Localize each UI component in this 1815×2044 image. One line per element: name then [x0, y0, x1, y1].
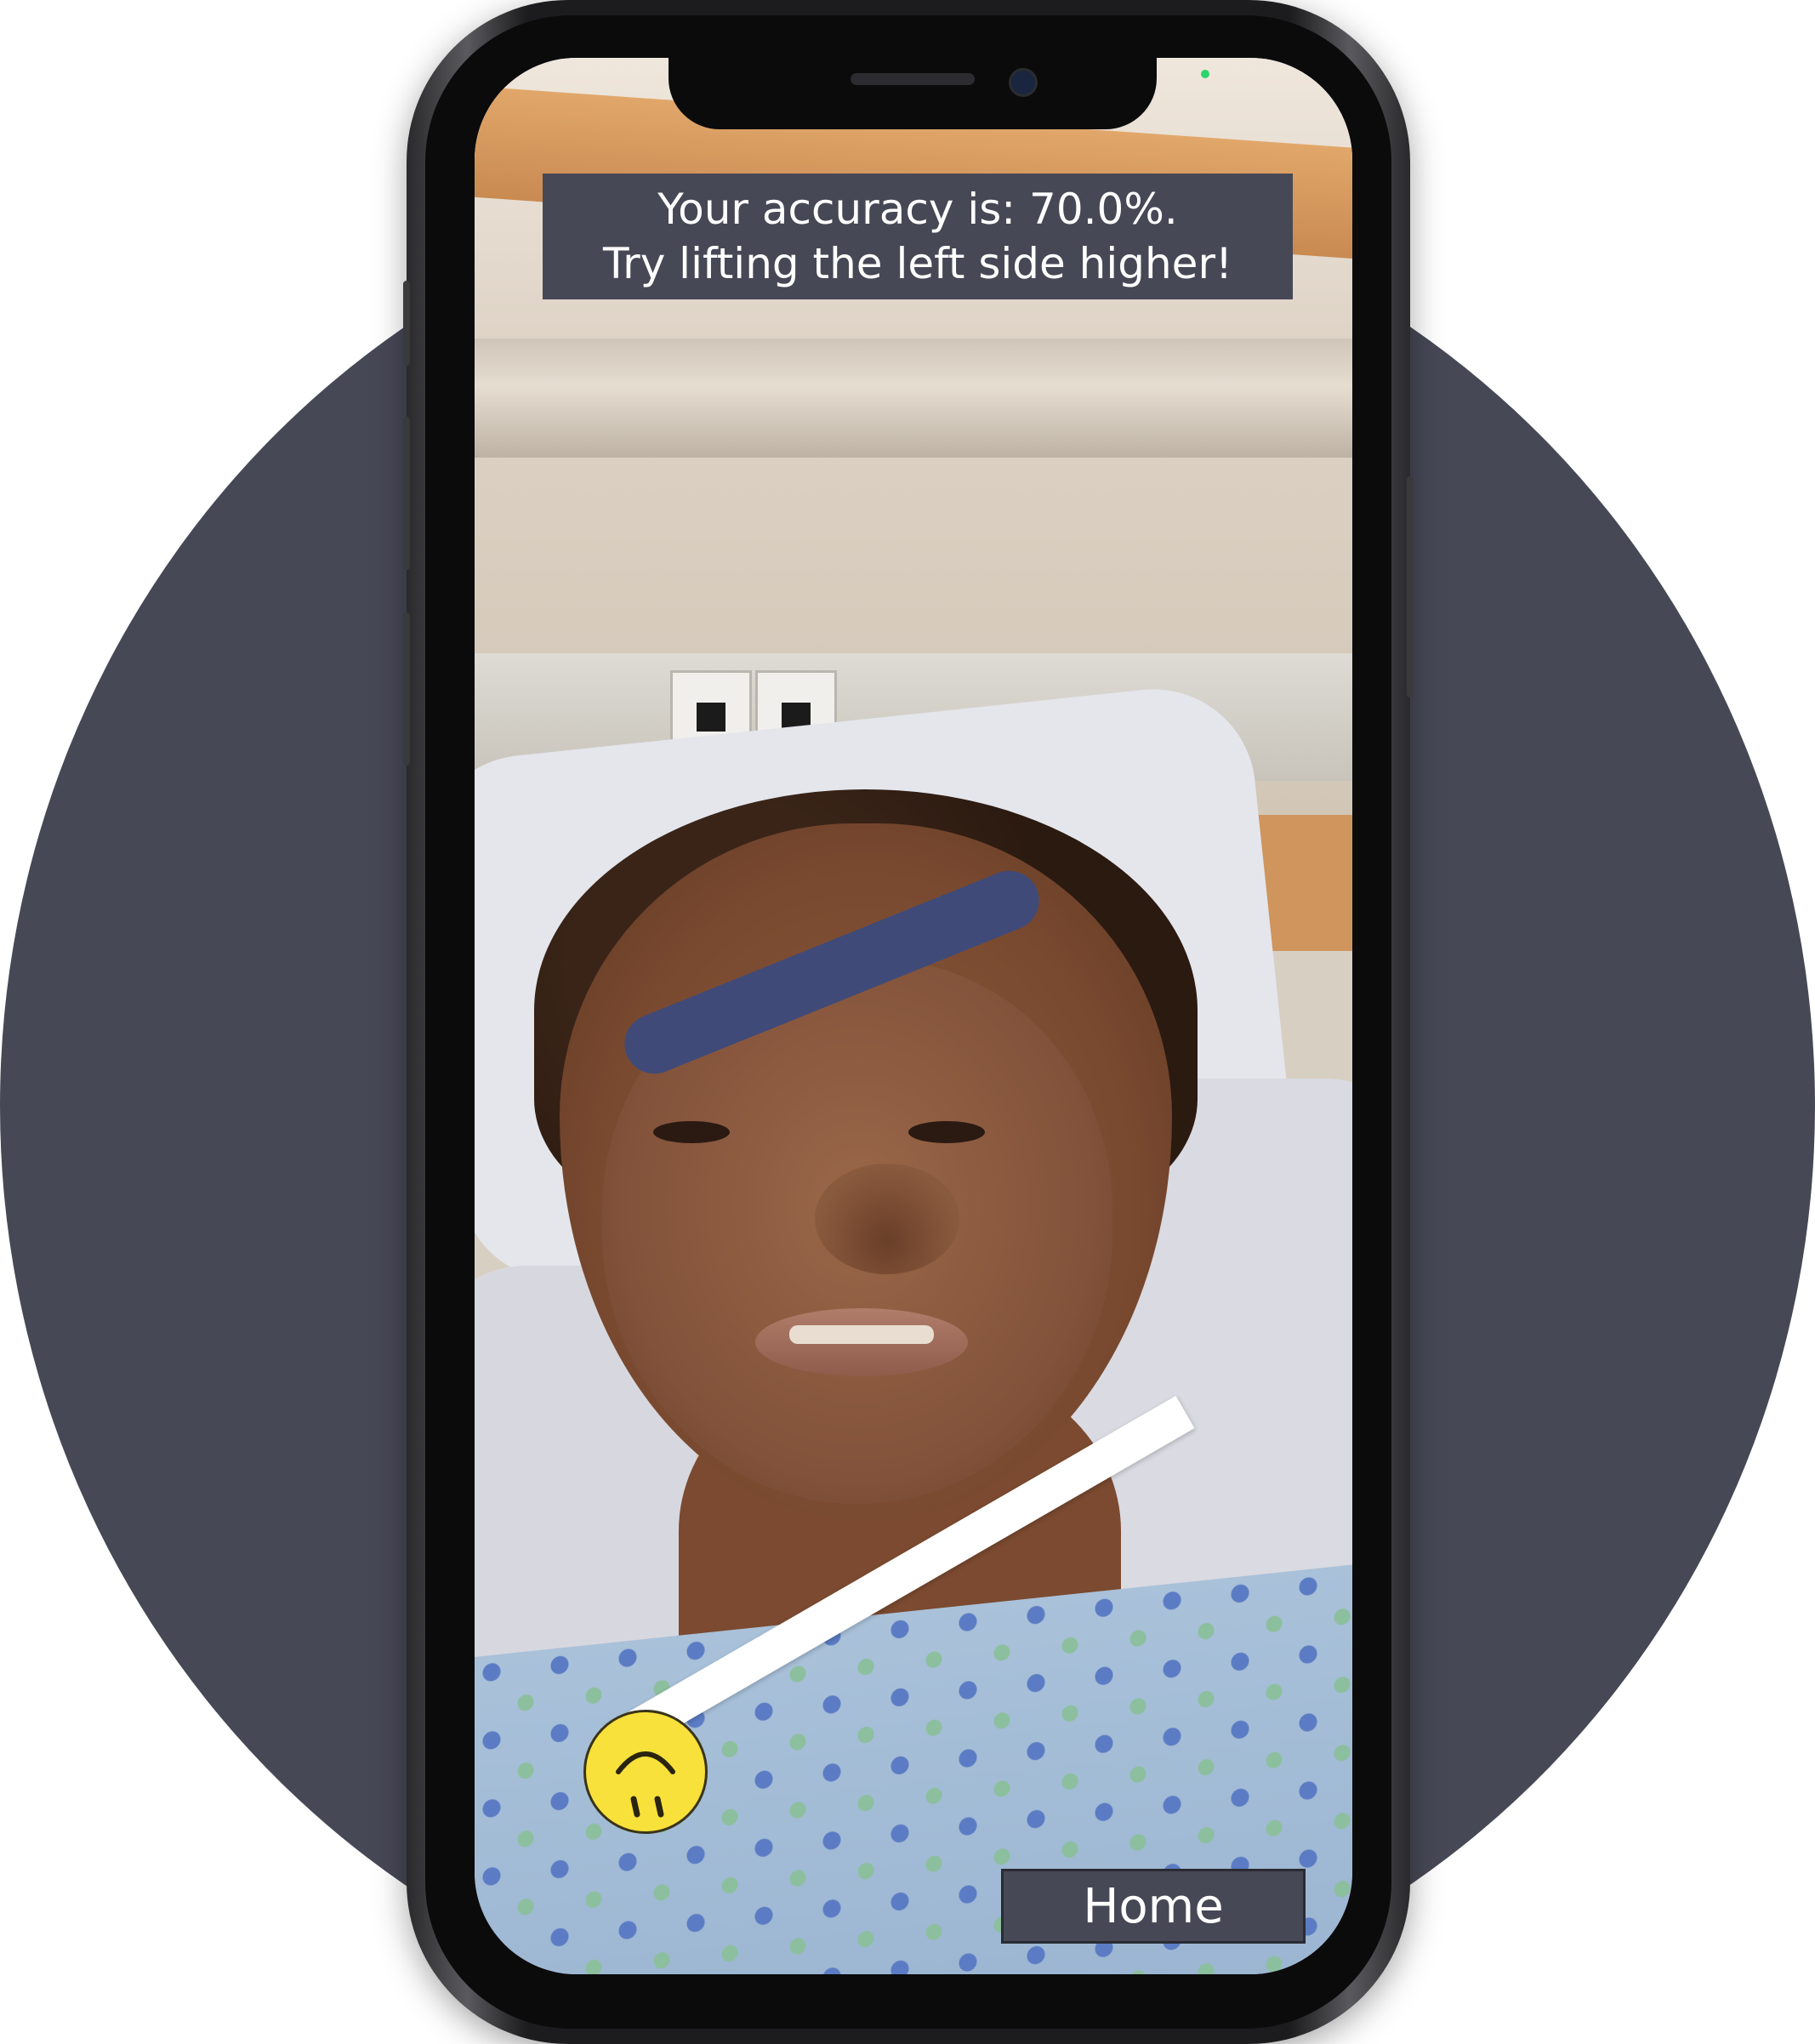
camera-feed	[475, 58, 1352, 1974]
person-eye-right	[908, 1121, 985, 1143]
phone-volume-up-button	[403, 417, 410, 570]
accuracy-text: Your accuracy is: 70.0%.	[657, 185, 1178, 234]
phone-screen: Your accuracy is: 70.0%. Try lifting the…	[475, 58, 1352, 1974]
home-button[interactable]: Home	[1004, 1871, 1303, 1941]
accuracy-banner: Your accuracy is: 70.0%. Try lifting the…	[543, 174, 1293, 299]
phone-notch	[669, 51, 1157, 129]
person-eye-left	[653, 1121, 730, 1143]
phone-volume-down-button	[403, 612, 410, 766]
hint-text: Try lifting the left side higher!	[602, 239, 1233, 288]
person-teeth	[789, 1325, 934, 1344]
phone-side-button	[403, 281, 410, 366]
headwall-rail	[475, 339, 1352, 458]
person-nose	[815, 1164, 959, 1274]
camera-indicator-dot	[1201, 70, 1209, 78]
smiley-face-icon[interactable]	[583, 1710, 708, 1834]
phone-power-button	[1407, 476, 1414, 697]
earpiece-speaker	[851, 73, 975, 85]
smiley-face-graphic	[616, 1751, 675, 1818]
front-camera-icon	[1009, 68, 1038, 97]
